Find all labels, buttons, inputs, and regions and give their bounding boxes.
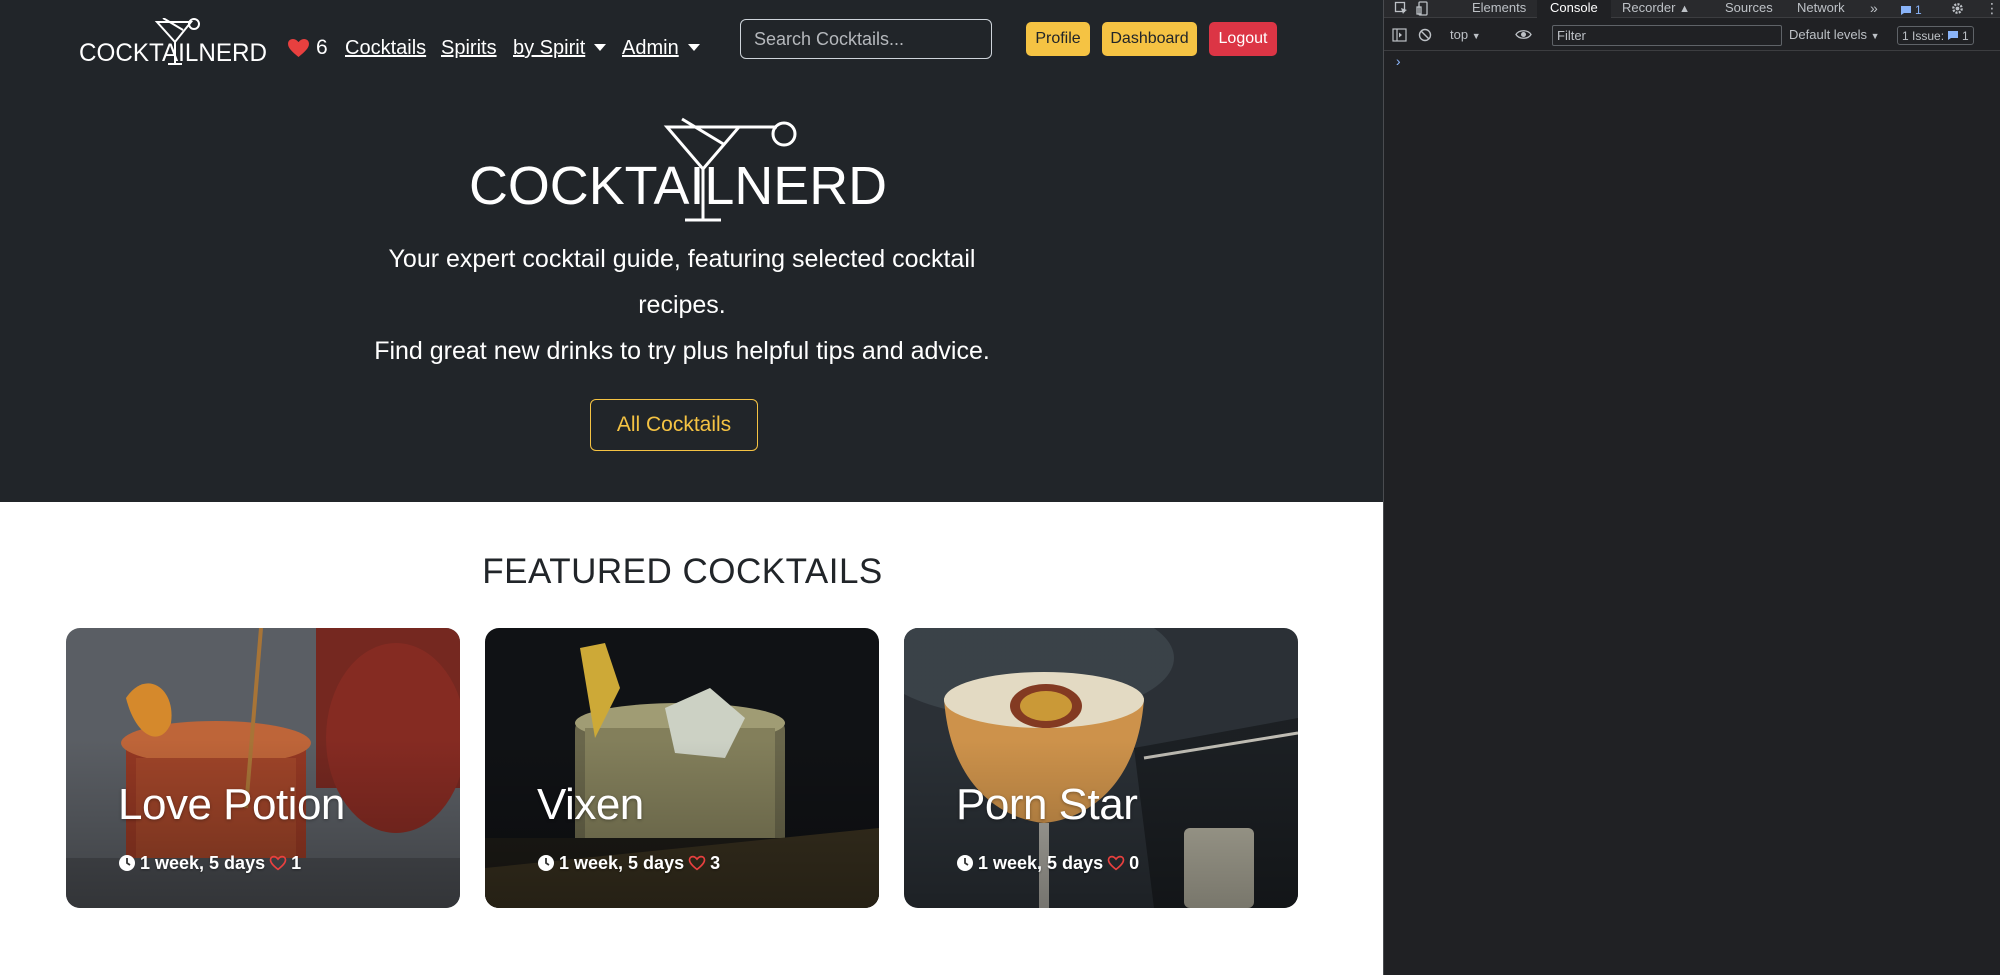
- tagline-line: recipes.: [638, 291, 726, 319]
- messages-badge[interactable]: 1: [1896, 2, 1926, 18]
- issues-label: 1 Issue:: [1902, 28, 1945, 43]
- cocktail-meta: 1 week, 5 days 3: [537, 852, 720, 874]
- hero-tagline: Your expert cocktail guide, featuring se…: [367, 236, 997, 374]
- gear-icon[interactable]: [1950, 1, 1965, 16]
- navbar: COCKTAILNERD 6 Cocktails Spirits by Spir…: [0, 0, 1383, 85]
- brand-text: COCKTAILNERD: [79, 39, 267, 67]
- hero-logo-text: COCKTAILNERD: [469, 156, 887, 216]
- nav-link-cocktails[interactable]: Cocktails: [345, 33, 426, 63]
- issues-badge[interactable]: 1 Issue: 1: [1897, 26, 1974, 45]
- cocktail-age: 1 week, 5 days: [559, 852, 685, 873]
- tab-label: Recorder: [1622, 0, 1676, 15]
- heart-outline-icon[interactable]: [269, 855, 287, 871]
- issues-count: 1: [1962, 28, 1969, 43]
- devtools-tab-recorder[interactable]: Recorder ▲: [1622, 0, 1690, 18]
- screen: COCKTAILNERD 6 Cocktails Spirits by Spir…: [0, 0, 2000, 975]
- caret-down-icon: ▼: [1870, 31, 1880, 41]
- cocktail-meta: 1 week, 5 days 1: [118, 852, 301, 874]
- message-icon: [1901, 5, 1911, 15]
- caret-down-icon: [687, 44, 700, 51]
- cocktail-age: 1 week, 5 days: [978, 852, 1104, 873]
- console-filter-input[interactable]: [1552, 25, 1782, 46]
- nav-link-label: Cocktails: [345, 37, 427, 59]
- heart-icon: [288, 38, 309, 58]
- log-levels-dropdown[interactable]: Default levels ▼: [1789, 27, 1880, 42]
- clock-icon: [538, 855, 554, 871]
- cocktail-likes: 1: [291, 852, 302, 873]
- clear-console-icon[interactable]: [1418, 28, 1432, 42]
- website-viewport: COCKTAILNERD 6 Cocktails Spirits by Spir…: [0, 0, 1383, 975]
- message-icon: [1948, 31, 1959, 40]
- sidebar-toggle-icon[interactable]: [1392, 28, 1407, 42]
- martini-glass-icon: COCKTAILNERD: [469, 117, 887, 222]
- nav-link-label: Admin: [622, 37, 679, 59]
- favorites-counter[interactable]: 6: [287, 33, 328, 63]
- context-selector[interactable]: top ▼: [1450, 27, 1481, 42]
- devtools-tab-network[interactable]: Network: [1797, 0, 1845, 18]
- caret-down-icon: ▼: [1471, 31, 1481, 41]
- devtools-tab-bar: Elements Console Recorder ▲ Sources Netw…: [1384, 0, 2000, 18]
- cocktail-likes: 3: [710, 852, 721, 873]
- tagline-line: Your expert cocktail guide, featuring se…: [388, 245, 976, 273]
- devtools-tab-sources[interactable]: Sources: [1725, 0, 1773, 18]
- nav-link-spirits[interactable]: Spirits: [441, 33, 497, 63]
- messages-count: 1: [1915, 3, 1922, 17]
- hero-section: COCKTAILNERD 6 Cocktails Spirits by Spir…: [0, 0, 1383, 502]
- featured-title: FEATURED COCKTAILS: [482, 552, 883, 591]
- nav-dropdown-admin[interactable]: Admin: [622, 33, 700, 63]
- tagline-line: Find great new drinks to try plus helpfu…: [374, 337, 990, 365]
- all-cocktails-button[interactable]: All Cocktails: [590, 399, 758, 451]
- clock-icon: [119, 855, 135, 871]
- nav-link-label: by Spirit: [513, 37, 586, 59]
- cocktail-name: Porn Star: [956, 780, 1138, 829]
- nav-link-label: Spirits: [441, 37, 497, 59]
- cocktail-age: 1 week, 5 days: [140, 852, 266, 873]
- cocktail-card[interactable]: Porn Star 1 week, 5 days 0: [904, 628, 1298, 908]
- logout-button[interactable]: Logout: [1209, 22, 1277, 56]
- dashboard-button[interactable]: Dashboard: [1102, 22, 1197, 56]
- caret-down-icon: [594, 44, 607, 51]
- devtools-panel: Elements Console Recorder ▲ Sources Netw…: [1383, 0, 2000, 975]
- profile-button[interactable]: Profile: [1026, 22, 1090, 56]
- cocktail-card[interactable]: Vixen 1 week, 5 days 3: [485, 628, 879, 908]
- cocktail-name: Love Potion: [118, 780, 345, 829]
- search-input[interactable]: [740, 19, 992, 59]
- cocktail-card[interactable]: Love Potion 1 week, 5 days 1: [66, 628, 460, 908]
- cocktail-meta: 1 week, 5 days 0: [956, 852, 1139, 874]
- console-toolbar: top ▼ Default levels ▼ 1 Issue: 1: [1384, 19, 2000, 51]
- clock-icon: [957, 855, 973, 871]
- console-prompt[interactable]: ›: [1394, 55, 1402, 71]
- cocktail-likes: 0: [1129, 852, 1140, 873]
- flask-icon: ▲: [1679, 3, 1690, 15]
- cocktail-name: Vixen: [537, 780, 644, 829]
- kebab-menu-icon[interactable]: ⋮: [1985, 0, 1999, 18]
- levels-label: Default levels: [1789, 27, 1868, 42]
- device-toolbar-icon[interactable]: [1416, 1, 1431, 16]
- context-label: top: [1450, 27, 1469, 42]
- hero-logo: COCKTAILNERD: [467, 117, 891, 225]
- favorites-count: 6: [316, 36, 328, 59]
- heart-outline-icon[interactable]: [688, 855, 706, 871]
- nav-dropdown-by-spirit[interactable]: by Spirit: [513, 33, 607, 63]
- heart-outline-icon[interactable]: [1107, 855, 1125, 871]
- brand-logo[interactable]: COCKTAILNERD: [79, 18, 269, 70]
- inspect-element-icon[interactable]: [1394, 1, 1409, 16]
- eye-icon[interactable]: [1515, 28, 1532, 41]
- more-tabs-icon[interactable]: »: [1870, 0, 1878, 18]
- devtools-tab-console[interactable]: Console: [1537, 0, 1611, 18]
- martini-glass-icon: COCKTAILNERD: [79, 18, 267, 67]
- devtools-tab-elements[interactable]: Elements: [1472, 0, 1526, 18]
